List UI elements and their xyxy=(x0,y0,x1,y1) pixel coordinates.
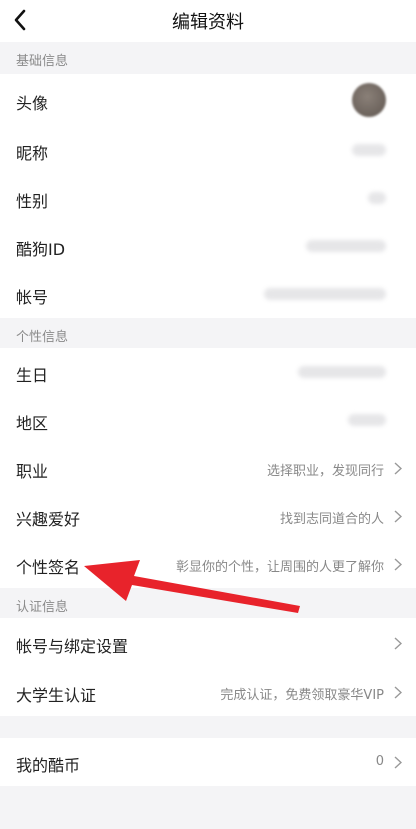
avatar[interactable] xyxy=(352,83,386,117)
row-hint: 找到志同道合的人 xyxy=(279,512,384,527)
section-header-auth: 认证信息 xyxy=(0,588,416,618)
chevron-right-icon xyxy=(394,462,402,475)
chevron-right-icon xyxy=(394,637,402,650)
row-region[interactable]: 地区 xyxy=(0,396,416,444)
row-label: 昵称 xyxy=(16,144,49,163)
chevron-right-icon xyxy=(394,756,402,769)
coins-value: 0 xyxy=(375,754,384,769)
section-header-basic: 基础信息 xyxy=(0,42,416,74)
top-bar: 编辑资料 xyxy=(0,0,416,42)
row-hint: 选择职业，发现同行 xyxy=(266,464,384,479)
row-label: 帐号 xyxy=(16,288,49,307)
chevron-right-icon xyxy=(394,510,402,523)
row-hobby[interactable]: 兴趣爱好 找到志同道合的人 xyxy=(0,492,416,540)
row-hint: 彰显你的个性，让周围的人更了解你 xyxy=(175,560,384,575)
chevron-right-icon xyxy=(394,686,402,699)
section-header-personal: 个性信息 xyxy=(0,318,416,348)
row-label: 职业 xyxy=(16,462,49,481)
row-signature[interactable]: 个性签名 彰显你的个性，让周围的人更了解你 xyxy=(0,540,416,588)
row-kugou-id[interactable]: 酷狗ID xyxy=(0,222,416,270)
row-job[interactable]: 职业 选择职业，发现同行 xyxy=(0,444,416,492)
page-title: 编辑资料 xyxy=(172,12,244,33)
birthday-value xyxy=(298,366,386,378)
row-hint: 完成认证，免费领取豪华VIP xyxy=(220,688,384,703)
row-binding[interactable]: 帐号与绑定设置 xyxy=(0,618,416,668)
section-gap xyxy=(0,716,416,738)
row-label: 性别 xyxy=(16,192,49,211)
row-coins[interactable]: 我的酷币 0 xyxy=(0,738,416,786)
row-label: 酷狗ID xyxy=(16,240,66,259)
row-label: 地区 xyxy=(16,414,49,433)
row-label: 个性签名 xyxy=(16,558,81,577)
row-label: 头像 xyxy=(16,94,49,113)
row-label: 帐号与绑定设置 xyxy=(16,637,129,656)
account-value xyxy=(264,288,386,300)
nickname-value xyxy=(352,144,386,156)
row-gender[interactable]: 性别 xyxy=(0,174,416,222)
row-label: 我的酷币 xyxy=(16,756,81,775)
row-birthday[interactable]: 生日 xyxy=(0,348,416,396)
kugou-id-value xyxy=(306,240,386,252)
region-value xyxy=(348,414,386,426)
chevron-right-icon xyxy=(394,558,402,571)
row-label: 兴趣爱好 xyxy=(16,510,81,529)
row-nickname[interactable]: 昵称 xyxy=(0,126,416,174)
gender-value xyxy=(368,192,386,204)
row-account[interactable]: 帐号 xyxy=(0,270,416,318)
row-label: 生日 xyxy=(16,366,49,385)
row-student[interactable]: 大学生认证 完成认证，免费领取豪华VIP xyxy=(0,668,416,716)
row-label: 大学生认证 xyxy=(16,686,97,705)
